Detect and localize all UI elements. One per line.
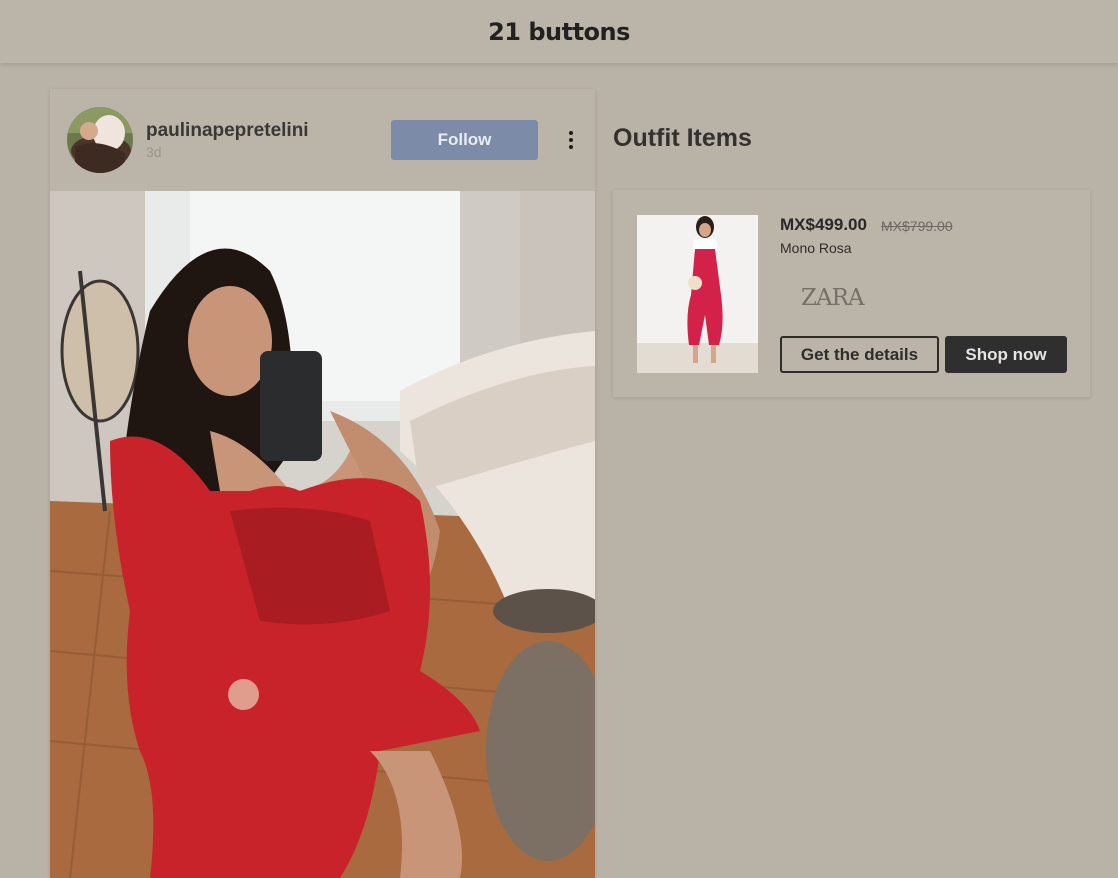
follow-button[interactable]: Follow — [391, 120, 538, 160]
post-card: paulinapepretelini 3d Follow — [50, 89, 595, 878]
outfit-items-title: Outfit Items — [613, 124, 752, 152]
product-tag-dot[interactable] — [228, 679, 259, 710]
post-photo[interactable] — [50, 191, 595, 878]
item-price: MX$499.00 — [780, 215, 867, 234]
post-header: paulinapepretelini 3d Follow — [50, 89, 595, 191]
item-thumbnail[interactable] — [637, 215, 758, 373]
outfit-item-card: MX$499.00 MX$799.00 Mono Rosa ZARA Get t… — [613, 190, 1090, 397]
shop-now-button[interactable]: Shop now — [945, 336, 1067, 373]
avatar[interactable] — [67, 107, 133, 173]
more-vertical-icon[interactable] — [559, 127, 583, 153]
get-details-button[interactable]: Get the details — [780, 336, 939, 373]
site-logo[interactable]: 21 buttons — [488, 18, 630, 46]
brand-logo[interactable]: ZARA — [801, 285, 865, 311]
item-old-price: MX$799.00 — [881, 218, 953, 234]
top-bar: 21 buttons — [0, 0, 1118, 63]
post-time: 3d — [146, 144, 162, 160]
username[interactable]: paulinapepretelini — [146, 120, 309, 142]
item-name[interactable]: Mono Rosa — [780, 240, 852, 256]
